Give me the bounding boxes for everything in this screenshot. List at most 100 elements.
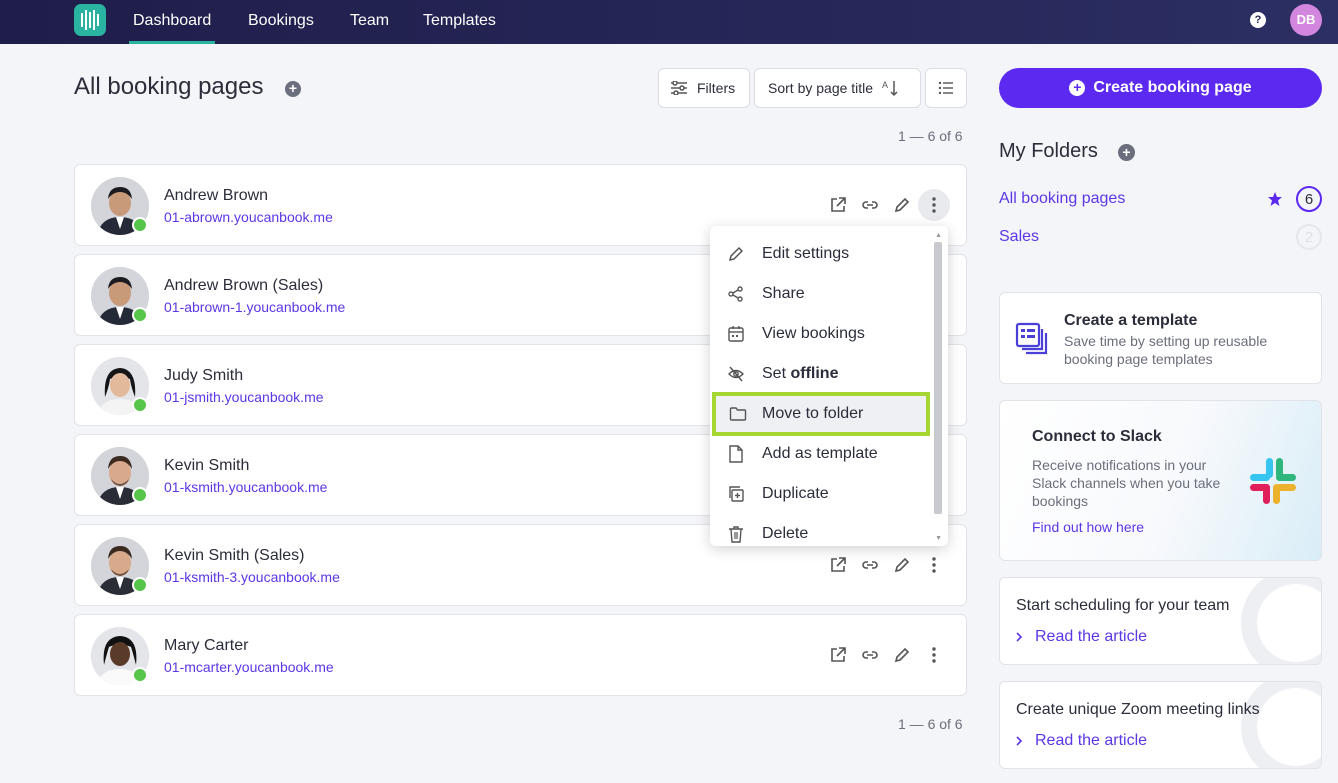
create-booking-page-button[interactable]: + Create booking page [999, 68, 1322, 108]
pagination-count-top: 1 — 6 of 6 [898, 128, 963, 144]
create-booking-page-label: Create booking page [1093, 79, 1252, 96]
menu-label: View bookings [762, 325, 865, 342]
card-title: Create unique Zoom meeting links [1016, 701, 1260, 718]
card-description: Save time by setting up reusable booking… [1064, 333, 1268, 367]
trash-icon [729, 526, 743, 543]
online-status-dot [132, 577, 148, 593]
sort-label: Sort by page title [768, 80, 874, 96]
chevron-right-icon [1016, 632, 1023, 642]
filters-label: Filters [697, 80, 736, 96]
menu-add-as-template[interactable]: Add as template [710, 434, 932, 474]
menu-duplicate[interactable]: Duplicate [710, 474, 932, 514]
online-status-dot [132, 397, 148, 413]
document-icon [729, 445, 743, 463]
slack-logo-icon [1250, 458, 1296, 504]
booking-page-url[interactable]: 01-ksmith-3.youcanbook.me [164, 569, 340, 585]
calendar-icon [728, 326, 744, 342]
edit-icon[interactable] [886, 639, 918, 671]
menu-label: Set [762, 365, 791, 382]
open-external-icon[interactable] [822, 639, 854, 671]
sort-button[interactable]: Sort by page title A [754, 68, 921, 108]
online-status-dot [132, 217, 148, 233]
menu-share[interactable]: Share [710, 274, 932, 314]
star-icon[interactable] [1267, 191, 1283, 207]
online-status-dot [132, 487, 148, 503]
duplicate-icon [729, 486, 744, 502]
row-options-menu: Edit settings Share View bookings Set of… [710, 226, 948, 546]
menu-label: Add as template [762, 445, 878, 462]
nav-templates[interactable]: Templates [423, 0, 496, 44]
read-article-link[interactable]: Read the article [1035, 732, 1147, 750]
folder-count-badge: 6 [1296, 186, 1322, 212]
copy-link-icon[interactable] [854, 189, 886, 221]
booking-page-url[interactable]: 01-ksmith.youcanbook.me [164, 479, 327, 495]
find-out-how-link[interactable]: Find out how here [1032, 519, 1144, 535]
menu-label-bold: offline [790, 365, 839, 382]
share-icon [728, 286, 743, 302]
folder-all-booking-pages[interactable]: All booking pages [999, 190, 1125, 208]
nav-bookings[interactable]: Bookings [248, 0, 314, 44]
help-icon[interactable]: ? [1250, 12, 1266, 28]
add-folder-icon[interactable]: + [1118, 144, 1135, 161]
nav-dashboard[interactable]: Dashboard [128, 0, 216, 44]
more-options-icon[interactable] [918, 639, 950, 671]
menu-label: Delete [762, 525, 809, 542]
logo-bars-icon [81, 10, 99, 30]
folder-sales[interactable]: Sales [999, 228, 1039, 246]
article-card-zoom-links[interactable]: Create unique Zoom meeting links Read th… [999, 681, 1322, 769]
folder-icon [729, 407, 747, 421]
eye-off-icon [728, 366, 744, 382]
booking-page-name: Kevin Smith [164, 457, 250, 474]
app-logo[interactable] [74, 4, 106, 36]
menu-label: Move to folder [762, 405, 864, 422]
card-title: Connect to Slack [1032, 428, 1162, 445]
online-status-dot [132, 307, 148, 323]
user-avatar[interactable]: DB [1290, 4, 1322, 36]
booking-page-name: Andrew Brown [164, 187, 269, 204]
booking-page-url[interactable]: 01-abrown-1.youcanbook.me [164, 299, 345, 315]
card-title: Start scheduling for your team [1016, 597, 1230, 614]
svg-text:A: A [882, 80, 888, 90]
menu-delete[interactable]: Delete [710, 514, 932, 546]
question-decoration-icon [1241, 578, 1321, 664]
copy-link-icon[interactable] [854, 549, 886, 581]
question-decoration-icon [1241, 682, 1321, 768]
top-nav: Dashboard Bookings Team Templates ? DB [0, 0, 1338, 44]
connect-slack-card[interactable]: Connect to Slack Receive notifications i… [999, 400, 1322, 561]
copy-link-icon[interactable] [854, 639, 886, 671]
view-toggle-button[interactable] [925, 68, 967, 108]
booking-page-url[interactable]: 01-jsmith.youcanbook.me [164, 389, 324, 405]
read-article-link[interactable]: Read the article [1035, 628, 1147, 646]
booking-page-name: Kevin Smith (Sales) [164, 547, 305, 564]
pencil-icon [728, 246, 744, 262]
filters-button[interactable]: Filters [658, 68, 750, 108]
booking-page-row[interactable]: Mary Carter 01-mcarter.youcanbook.me [74, 614, 967, 696]
more-options-icon[interactable] [918, 189, 950, 221]
folders-title: My Folders [999, 140, 1098, 162]
booking-page-url[interactable]: 01-abrown.youcanbook.me [164, 209, 333, 225]
booking-page-url[interactable]: 01-mcarter.youcanbook.me [164, 659, 334, 675]
menu-set-offline[interactable]: Set offline [710, 354, 932, 394]
nav-team[interactable]: Team [350, 0, 389, 44]
open-external-icon[interactable] [822, 189, 854, 221]
menu-edit-settings[interactable]: Edit settings [710, 234, 932, 274]
article-card-team-scheduling[interactable]: Start scheduling for your team Read the … [999, 577, 1322, 665]
edit-icon[interactable] [886, 549, 918, 581]
filters-icon [671, 81, 687, 95]
booking-page-name: Mary Carter [164, 637, 249, 654]
more-options-icon[interactable] [918, 549, 950, 581]
create-template-card[interactable]: Create a template Save time by setting u… [999, 292, 1322, 384]
scroll-down-arrow[interactable]: ▼ [935, 535, 942, 542]
menu-move-to-folder[interactable]: Move to folder [712, 392, 930, 436]
page-title: All booking pages [74, 73, 264, 100]
chevron-right-icon [1016, 736, 1023, 746]
add-booking-page-icon[interactable]: + [285, 81, 301, 97]
plus-icon: + [1069, 80, 1086, 96]
menu-scrollbar[interactable] [934, 242, 942, 514]
open-external-icon[interactable] [822, 549, 854, 581]
scroll-up-arrow[interactable]: ▲ [935, 232, 942, 239]
booking-page-name: Judy Smith [164, 367, 244, 384]
list-view-icon [938, 81, 953, 95]
edit-icon[interactable] [886, 189, 918, 221]
menu-view-bookings[interactable]: View bookings [710, 314, 932, 354]
